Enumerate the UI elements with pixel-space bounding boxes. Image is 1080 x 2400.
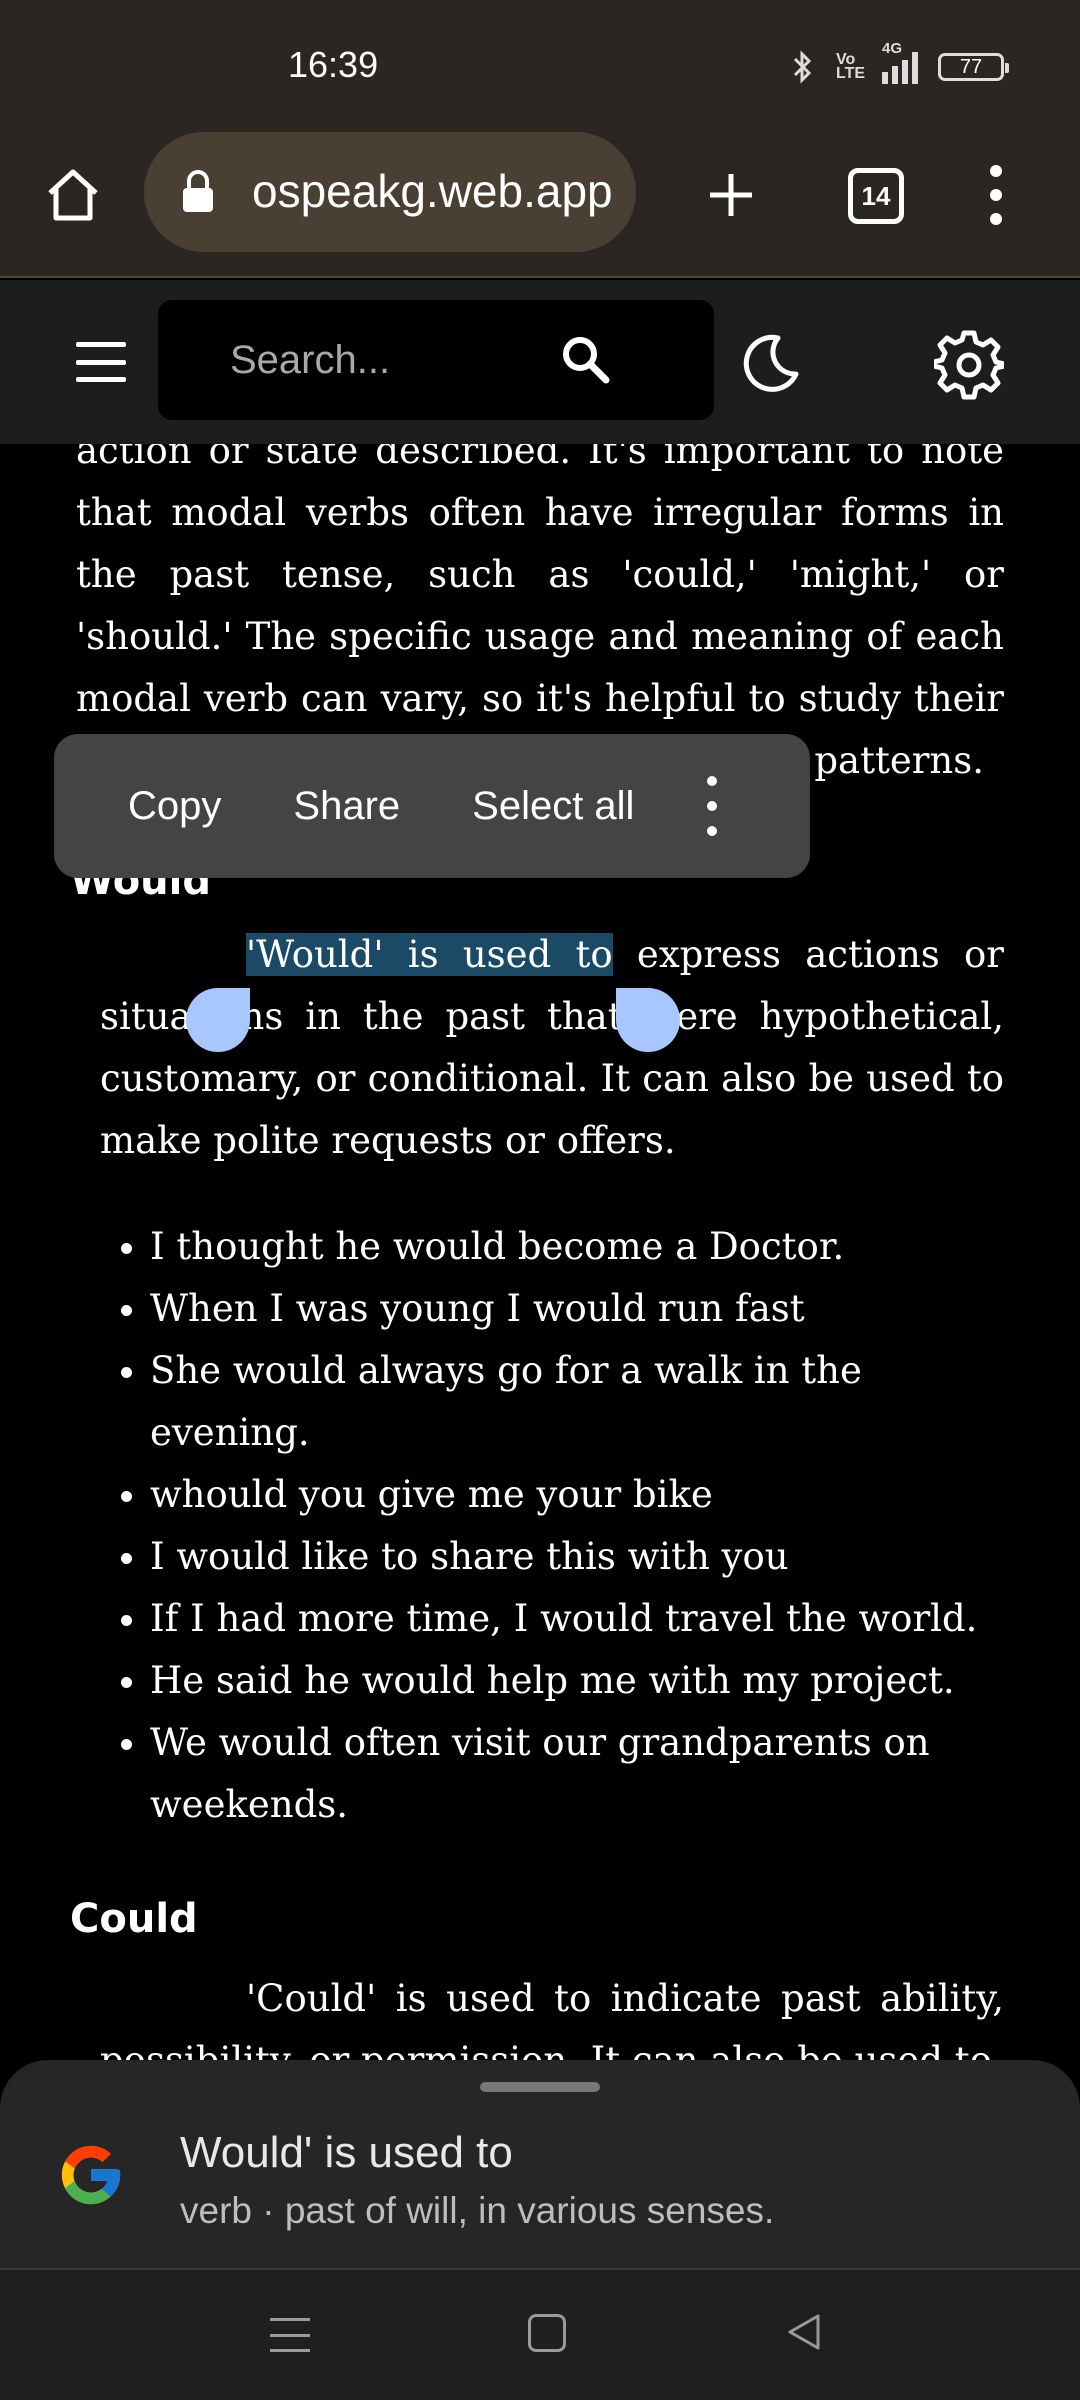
dark-mode-toggle-icon[interactable] [740, 332, 802, 394]
list-item: She would always go for a walk in the ev… [150, 1340, 1010, 1464]
status-time: 16:39 [288, 44, 379, 85]
new-tab-button[interactable] [696, 160, 766, 230]
selection-start-handle[interactable] [186, 988, 250, 1052]
network-type: 4G [882, 40, 903, 57]
status-icons: Vo LTE 4G 77 [790, 40, 1009, 84]
more-vert-icon [990, 165, 1002, 177]
signal-icon: 4G [882, 40, 918, 84]
list-item: whould you give me your bike [150, 1464, 1010, 1526]
google-logo-icon [61, 2145, 121, 2205]
search-box [158, 300, 714, 420]
text-selection-menu: Copy Share Select all [54, 734, 810, 878]
url-bar[interactable]: ospeakg.web.app [144, 132, 636, 252]
site-header [0, 280, 1080, 444]
list-item: If I had more time, I would travel the w… [150, 1588, 1010, 1650]
share-button[interactable]: Share [257, 734, 436, 878]
heading-could: Could [70, 1896, 198, 1942]
gear-icon[interactable] [934, 330, 1004, 400]
back-button[interactable] [784, 2312, 824, 2352]
more-options-button[interactable] [702, 776, 722, 836]
system-nav-bar [0, 2270, 1080, 2400]
url-text: ospeakg.web.app [252, 165, 613, 217]
home-icon [48, 169, 98, 221]
lock-icon [183, 170, 213, 212]
browser-menu-button[interactable] [976, 160, 1016, 230]
list-item: We would often visit our grandparents on… [150, 1712, 1010, 1836]
battery-icon: 77 [938, 53, 1009, 81]
article-content: action or state described. It's importan… [0, 420, 1080, 2120]
would-examples-list: I thought he would become a Doctor. When… [150, 1216, 1010, 1836]
selected-text[interactable]: 'Would' is used to [246, 933, 613, 976]
definition-text: verb · past of will, in various senses. [180, 2190, 775, 2231]
definition-term: Would' is used to [180, 2128, 513, 2177]
hamburger-menu-button[interactable] [76, 342, 126, 382]
selection-end-handle[interactable] [616, 988, 680, 1052]
recent-apps-button[interactable] [270, 2318, 310, 2352]
list-item: He said he would help me with my project… [150, 1650, 1010, 1712]
browser-toolbar: ospeakg.web.app 14 [0, 130, 1080, 278]
would-paragraph: 'Would' is used to express actions or si… [100, 924, 1004, 1172]
plus-icon [710, 174, 752, 216]
sheet-drag-handle[interactable] [480, 2082, 600, 2092]
list-item: I would like to share this with you [150, 1526, 1010, 1588]
list-item: I thought he would become a Doctor. [150, 1216, 1010, 1278]
bluetooth-icon [793, 50, 812, 84]
definition-sheet[interactable]: Would' is used to verb · past of will, i… [0, 2060, 1080, 2270]
volte-icon: Vo LTE [836, 51, 866, 82]
search-input[interactable] [230, 334, 530, 386]
copy-button[interactable]: Copy [54, 734, 257, 878]
more-vert-icon [707, 776, 718, 786]
browser-home-button[interactable] [38, 160, 108, 230]
tab-switcher-button[interactable]: 14 [848, 168, 904, 224]
home-button[interactable] [528, 2314, 566, 2352]
list-item: When I was young I would run fast [150, 1278, 1010, 1340]
tab-count: 14 [861, 180, 891, 211]
search-icon[interactable] [558, 332, 614, 388]
select-all-button[interactable]: Select all [436, 734, 670, 878]
status-bar: 16:39 Vo LTE 4G 77 [0, 0, 1080, 130]
